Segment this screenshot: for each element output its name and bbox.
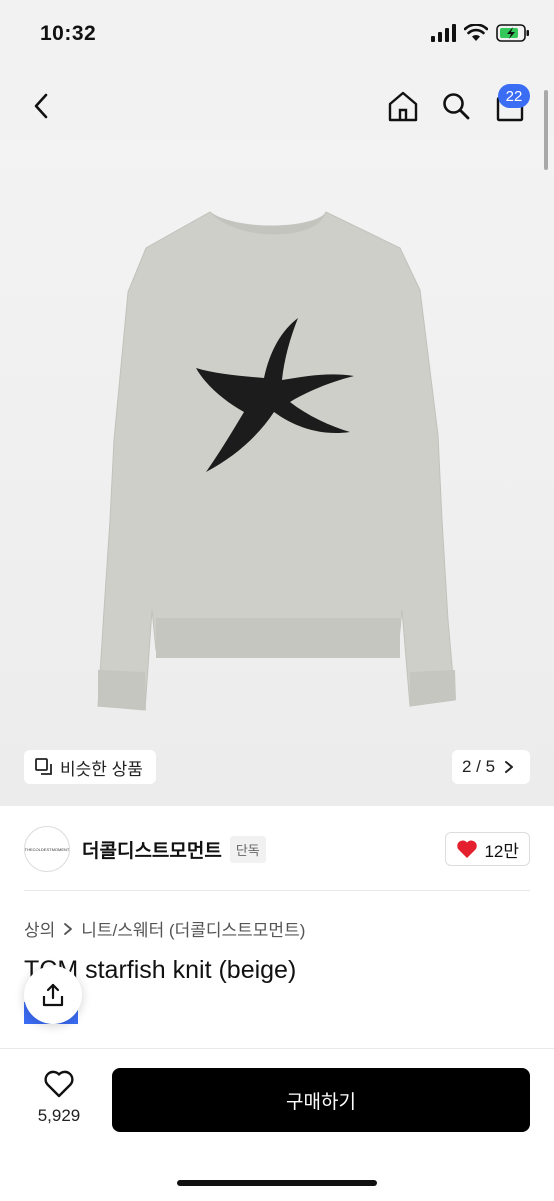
signal-icon <box>431 24 456 42</box>
back-button[interactable] <box>20 84 64 128</box>
wifi-icon <box>464 24 488 41</box>
similar-items-button[interactable]: 비슷한 상품 <box>24 750 156 784</box>
status-time: 10:32 <box>40 22 97 45</box>
wishlist-button[interactable]: 5,929 <box>24 1069 94 1126</box>
brand-like-button[interactable]: 12만 <box>445 832 530 866</box>
image-pager-label: 2 / 5 <box>462 757 496 776</box>
heart-outline-icon <box>44 1070 74 1098</box>
search-icon <box>443 93 470 120</box>
brand-name[interactable]: 더콜디스트모먼트 <box>82 836 222 863</box>
cart-count-badge: 22 <box>498 84 530 108</box>
home-button[interactable] <box>381 84 425 128</box>
status-bar: 10:32 <box>0 0 554 70</box>
share-button[interactable] <box>24 966 82 1024</box>
chevron-left-icon <box>34 93 48 119</box>
bottom-action-bar: 5,929 구매하기 <box>0 1048 554 1201</box>
status-icons <box>430 24 530 42</box>
wishlist-count: 5,929 <box>37 1106 81 1125</box>
brand-row: THECOLDESTMOMENT 더콜디스트모먼트 단독 12만 <box>24 824 530 874</box>
home-indicator <box>177 1180 377 1186</box>
exclusive-tag: 단독 <box>229 835 266 863</box>
similar-items-label: 비슷한 상품 <box>60 759 143 779</box>
breadcrumb-level1[interactable]: 상의 <box>24 916 55 941</box>
heart-filled-icon <box>457 840 478 858</box>
battery-icon <box>496 24 529 42</box>
share-icon <box>42 983 64 1007</box>
breadcrumb-level2[interactable]: 니트/스웨터 (더콜디스트모먼트) <box>81 916 305 941</box>
breadcrumb: 상의 니트/스웨터 (더콜디스트모먼트) <box>24 916 305 941</box>
product-image-carousel[interactable] <box>0 90 554 806</box>
chevron-right-icon <box>64 922 73 935</box>
chevron-right-icon <box>505 761 514 773</box>
image-pager[interactable]: 2 / 5 <box>452 750 530 784</box>
search-button[interactable] <box>434 84 478 128</box>
brand-logo[interactable]: THECOLDESTMOMENT <box>24 826 70 872</box>
divider <box>24 890 530 891</box>
home-icon <box>388 91 418 122</box>
top-nav <box>0 70 554 140</box>
page-scrollbar[interactable] <box>544 90 548 170</box>
buy-button[interactable]: 구매하기 <box>112 1068 530 1132</box>
brand-like-count: 12만 <box>484 841 519 861</box>
copy-icon <box>35 758 52 775</box>
product-image <box>0 140 554 806</box>
brand-logo-text: THECOLDESTMOMENT <box>24 846 70 852</box>
